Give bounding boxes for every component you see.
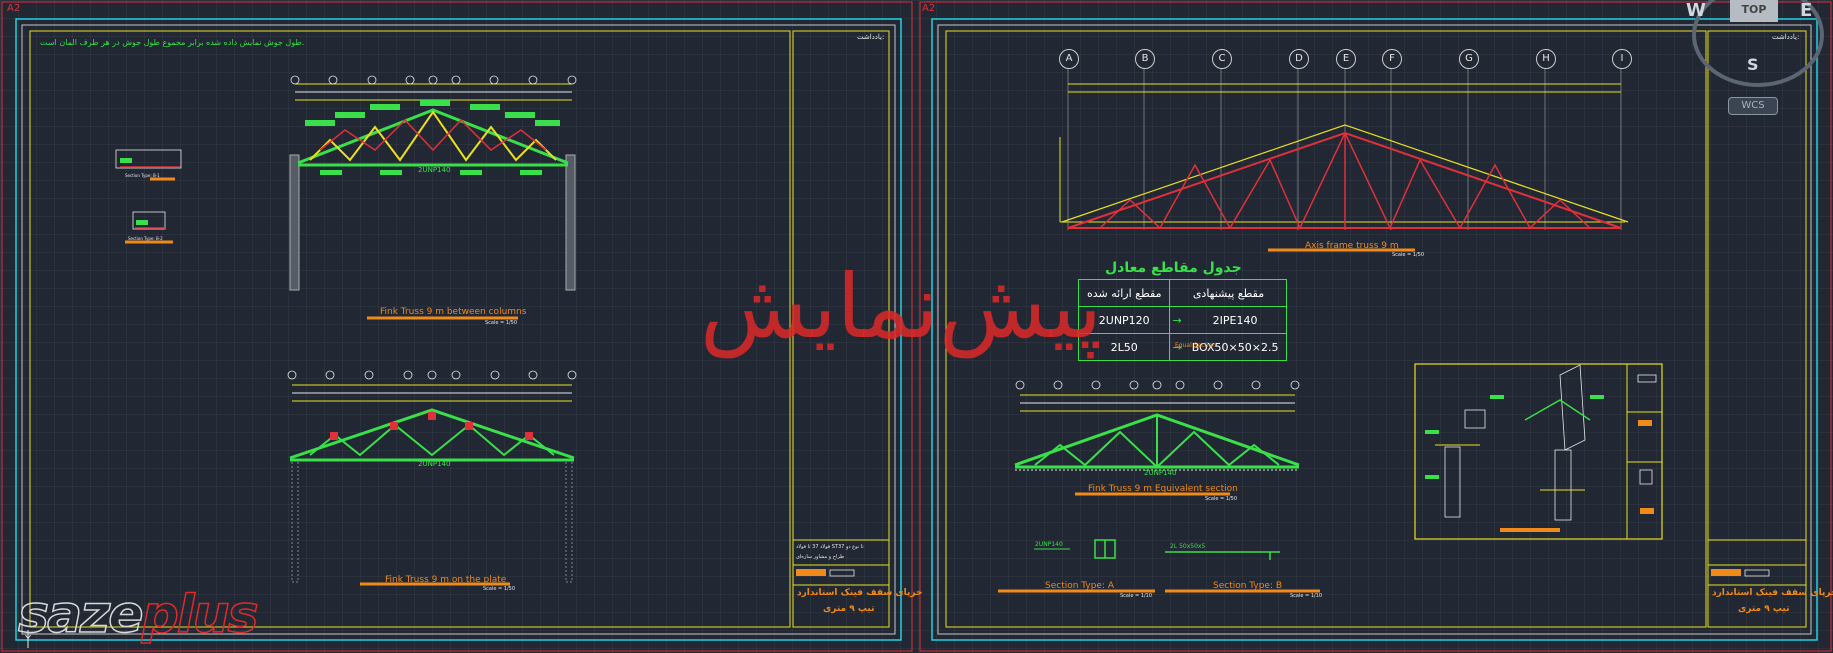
cad-model-space[interactable]: A2 A2 طول جوش نمایش داده شده برابر مجموع…: [0, 0, 1833, 653]
axis-bubble: H: [1536, 49, 1556, 69]
equivalent-truss: [1014, 380, 1300, 496]
left-titleblock-header: یادداشت:: [857, 33, 885, 41]
section-a-title: Section Type: A: [1045, 581, 1115, 591]
axis-bubble: A: [1059, 49, 1079, 69]
weld-note: طول جوش نمایش داده شده برابر مجموع طول ج…: [40, 38, 305, 47]
axis-bubble: I: [1612, 49, 1632, 69]
section-a-label: 2UNP140: [1035, 541, 1063, 548]
viewcube-east[interactable]: E: [1800, 0, 1812, 21]
table-row: 2UNP120 → 2IPE140: [1077, 306, 1288, 334]
axis-bubble: E: [1336, 49, 1356, 69]
truss-between-columns: [289, 75, 577, 320]
axis-bubble: B: [1135, 49, 1155, 69]
truss1-member-label: 2UNP140: [418, 166, 451, 174]
left-titleblock-title1: خرپای سقف فینک استاندارد: [797, 588, 923, 598]
table-cell-proposed: 2IPE140: [1183, 306, 1288, 334]
right-titleblock-title1: خرپای سقف فینک استاندارد: [1712, 588, 1833, 598]
table-header-proposed: مقطع پیشنهادی: [1169, 279, 1288, 307]
logo-part-plus: plus: [141, 584, 260, 646]
truss2-title: Fink Truss 9 m on the plate: [385, 575, 507, 585]
detail-label-2: Section Type: B-2: [128, 236, 163, 241]
axis-frame-title: Axis frame truss 9 m: [1305, 241, 1399, 251]
connection-detail-panel: [1414, 363, 1663, 540]
axis-bubble: G: [1459, 49, 1479, 69]
section-b-title: Section Type: B: [1213, 581, 1283, 591]
wcs-menu[interactable]: WCS: [1728, 97, 1778, 115]
truss2-member-label: 2UNP140: [418, 460, 451, 468]
table-footnote: Equal Section: [1175, 342, 1216, 349]
section-b-label: 2L 50x50x5: [1170, 543, 1206, 550]
truss2-scale: Scale = 1/50: [483, 586, 516, 592]
sazeplus-logo: sazeplus: [17, 584, 260, 646]
viewcube-top-face[interactable]: TOP: [1730, 0, 1778, 22]
equivalent-scale: Scale = 1/50: [1205, 496, 1238, 502]
axis-frame-truss: [1059, 68, 1629, 252]
equivalent-title: Fink Truss 9 m Equivalent section: [1088, 484, 1238, 494]
section-b-scale: Scale = 1/10: [1290, 593, 1323, 599]
axis-bubble: C: [1212, 49, 1232, 69]
left-section-details: [115, 149, 182, 244]
axis-bubble: D: [1289, 49, 1309, 69]
sheet-tab-left[interactable]: A2: [7, 3, 20, 14]
viewcube-south[interactable]: S: [1747, 55, 1759, 74]
viewcube-west[interactable]: W: [1686, 0, 1706, 21]
equivalent-member-label: 2UNP140: [1144, 469, 1177, 477]
left-titleblock-line1: فولاد 37 تا فولاد ST37 تا نوع دو: [796, 544, 864, 550]
truss-on-plate: [287, 370, 577, 586]
table-title: جدول مقاطع معادل: [1105, 260, 1242, 276]
section-a-scale: Scale = 1/10: [1120, 593, 1153, 599]
detail-label-1: Section Type: B-1: [125, 173, 160, 178]
axis-frame-scale: Scale = 1/50: [1392, 252, 1425, 258]
left-titleblock-line2: طراح و مشاور سازه‌ای: [796, 554, 845, 560]
truss1-scale: Scale = 1/50: [485, 320, 518, 326]
left-titleblock-title2: تیپ ۹ متری: [823, 604, 875, 614]
axis-bubble: F: [1382, 49, 1402, 69]
truss1-title: Fink Truss 9 m between columns: [380, 307, 527, 317]
sheet-tab-right[interactable]: A2: [922, 3, 935, 14]
right-titleblock-title2: تیپ ۹ متری: [1738, 604, 1790, 614]
logo-part-saze: saze: [17, 584, 144, 646]
table-arrow: →: [1169, 306, 1184, 334]
preview-watermark: پیش‌نمایش: [700, 255, 1104, 358]
